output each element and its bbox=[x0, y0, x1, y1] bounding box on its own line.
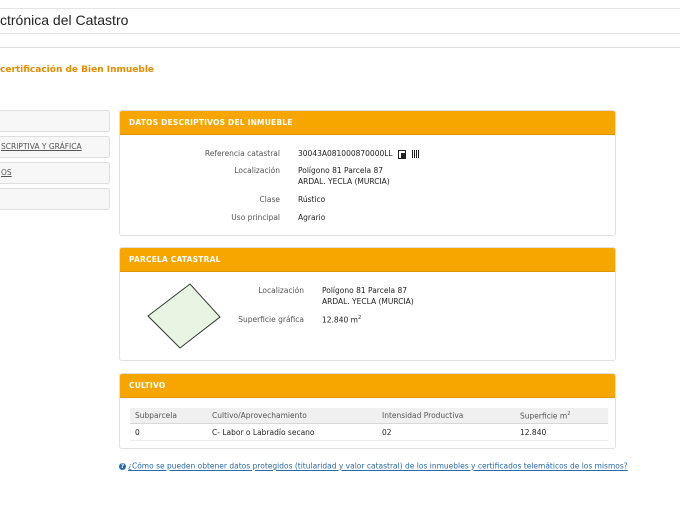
ref-value: 30043A081000870000LL bbox=[298, 149, 393, 158]
superficie-label: Superficie gráfica bbox=[238, 315, 304, 324]
col-subparcela: Subparcela bbox=[130, 408, 207, 424]
loc-line1: Polígono 81 Parcela 87 bbox=[298, 166, 384, 175]
parcela-loc-line1: Polígono 81 Parcela 87 bbox=[322, 286, 408, 295]
col-superficie: Superficie m2 bbox=[515, 408, 608, 424]
col-superficie-sup: 2 bbox=[567, 410, 571, 417]
clase-label: Clase bbox=[259, 195, 280, 204]
site-title: ctrónica del Catastro bbox=[0, 12, 129, 28]
cell-cultivo: C- Labor o Labradío secano bbox=[207, 423, 377, 441]
sidebar-item-4[interactable] bbox=[0, 188, 110, 210]
loc-line2: ARDAL. YECLA (MURCIA) bbox=[298, 177, 390, 186]
copy-icon[interactable] bbox=[398, 149, 406, 159]
parcela-panel-heading: PARCELA CATASTRAL bbox=[120, 248, 615, 272]
barcode-icon[interactable] bbox=[412, 150, 421, 159]
cultivo-panel-heading: CULTIVO bbox=[120, 374, 615, 398]
help-link[interactable]: ¿Cómo se pueden obtener datos protegidos… bbox=[128, 462, 628, 471]
cultivo-panel: CULTIVO Subparcela Cultivo/Aprovechamien… bbox=[119, 373, 616, 449]
loc-label: Localización bbox=[234, 166, 280, 175]
site-header: ctrónica del Catastro bbox=[0, 8, 680, 34]
col-intensidad: Intensidad Productiva bbox=[377, 408, 515, 424]
ref-label: Referencia catastral bbox=[204, 149, 280, 158]
parcela-panel: PARCELA CATASTRAL Localización Polígono … bbox=[119, 247, 616, 361]
parcela-loc-label: Localización bbox=[258, 286, 304, 295]
ref-value-row: 30043A081000870000LL bbox=[298, 149, 421, 159]
sidebar-item-os[interactable]: OS bbox=[0, 162, 110, 184]
cell-subparcela: 0 bbox=[130, 423, 207, 441]
cultivo-table: Subparcela Cultivo/Aprovechamiento Inten… bbox=[130, 408, 608, 441]
table-row: 0 C- Labor o Labradío secano 02 12.840 bbox=[130, 423, 608, 441]
superficie-value: 12.840 m2 bbox=[322, 315, 361, 325]
cell-superficie: 12.840 bbox=[515, 423, 608, 441]
sidebar-item-1[interactable] bbox=[0, 110, 110, 132]
table-header-row: Subparcela Cultivo/Aprovechamiento Inten… bbox=[130, 408, 608, 424]
uso-value: Agrario bbox=[298, 213, 326, 222]
datos-panel-heading: DATOS DESCRIPTIVOS DEL INMUEBLE bbox=[120, 111, 615, 135]
superficie-number: 12.840 m bbox=[322, 315, 358, 325]
help-row: ? ¿Cómo se pueden obtener datos protegido… bbox=[119, 461, 628, 471]
cell-intensidad: 02 bbox=[377, 423, 515, 441]
superficie-unit-sup: 2 bbox=[357, 315, 362, 321]
question-icon: ? bbox=[119, 462, 126, 470]
clase-value: Rústico bbox=[298, 195, 326, 204]
col-cultivo: Cultivo/Aprovechamiento bbox=[207, 408, 377, 424]
header-divider bbox=[0, 47, 680, 48]
page-subtitle: certificación de Bien Inmueble bbox=[0, 65, 155, 75]
parcela-loc-line2: ARDAL. YECLA (MURCIA) bbox=[322, 297, 414, 306]
sidebar-item-descriptiva[interactable]: SCRIPTIVA Y GRÁFICA bbox=[0, 136, 110, 158]
sidebar: SCRIPTIVA Y GRÁFICA OS bbox=[0, 110, 110, 214]
uso-label: Uso principal bbox=[231, 213, 280, 222]
datos-panel: DATOS DESCRIPTIVOS DEL INMUEBLE Referenc… bbox=[119, 110, 616, 236]
col-superficie-label: Superficie m bbox=[520, 411, 568, 421]
